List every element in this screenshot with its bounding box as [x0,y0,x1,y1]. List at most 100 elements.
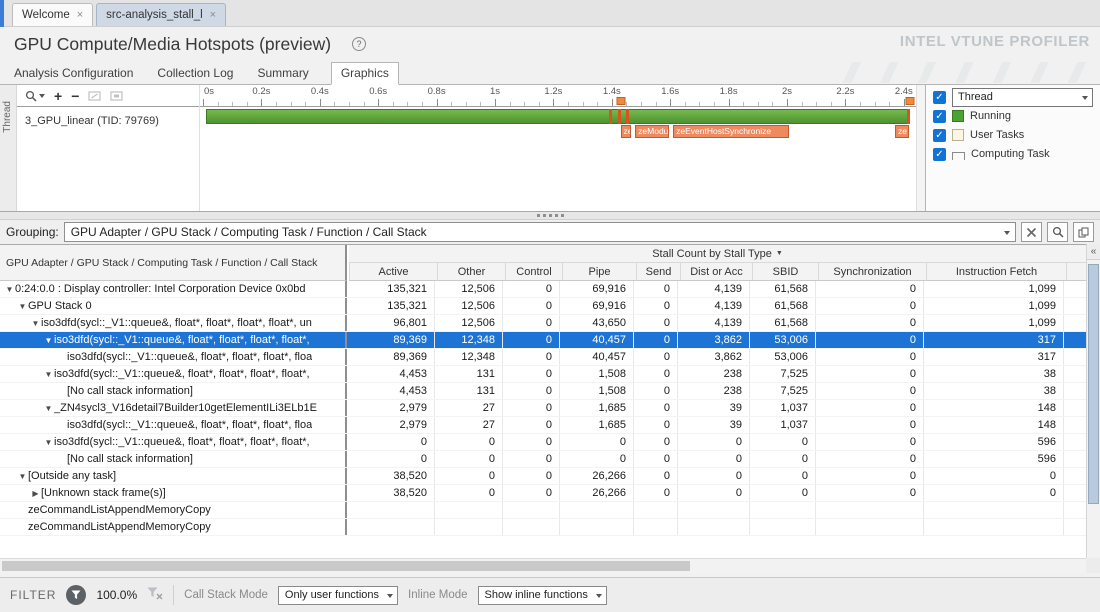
timeline-chart[interactable]: 0s0.2s0.4s0.6s0.8s1s1.2s1.4s1.6s1.8s2s2.… [199,85,916,211]
cell: 38 [924,383,1064,399]
trace-marker-icon[interactable] [616,97,625,105]
table-row[interactable]: ▼[Outside any task]38,5200026,26600000 [0,468,1086,485]
expander-open-icon[interactable]: ▼ [43,332,54,348]
table-row[interactable]: ▼_ZN4sycl3_V16detail7Builder10getElement… [0,400,1086,417]
user-task-segment[interactable]: zeEventHostSynchronize [673,125,789,138]
cell: 0 [816,298,924,314]
table-row[interactable]: iso3dfd(sycl::_V1::queue&, float*, float… [0,417,1086,434]
cell: 12,348 [435,332,503,348]
help-icon[interactable]: ? [352,37,366,51]
customize-grouping-button[interactable] [1021,222,1042,242]
table-row[interactable]: ▼GPU Stack 0135,32112,506069,91604,13961… [0,298,1086,315]
filter-funnel-icon[interactable] [66,585,86,605]
table-row[interactable]: ▶[Unknown stack frame(s)]38,5200026,2660… [0,485,1086,502]
checkbox[interactable]: ✓ [933,110,946,123]
ruler-label: 1.8s [720,86,738,97]
search-button[interactable] [1047,222,1068,242]
legend-label: Running [970,110,1011,122]
column-header[interactable]: Control [505,263,562,281]
cell: 4,139 [678,281,750,297]
call-stack-mode-select[interactable]: Only user functions [278,586,398,605]
collapse-panel-button[interactable]: « [1087,244,1100,260]
zoom-in-button[interactable]: + [54,88,62,104]
vertical-scrollbar[interactable]: « [1086,244,1100,558]
clear-filter-button[interactable] [147,587,163,603]
zoom-select-button[interactable] [25,90,45,102]
cell [750,519,816,535]
cell: 0 [503,383,560,399]
horizontal-scrollbar-thumb[interactable] [2,561,690,571]
horizontal-scrollbar[interactable] [0,558,1086,573]
trace-marker-icon[interactable] [905,97,914,105]
table-row[interactable]: ▼iso3dfd(sycl::_V1::queue&, float*, floa… [0,332,1086,349]
table-row[interactable]: zeCommandListAppendMemoryCopy [0,519,1086,536]
grouping-bar: Grouping: GPU Adapter / GPU Stack / Comp… [0,220,1100,244]
table-row[interactable]: ▼iso3dfd(sycl::_V1::queue&, float*, floa… [0,315,1086,332]
chevron-down-icon [596,594,602,598]
expander-open-icon[interactable]: ▼ [30,315,41,331]
grouping-select[interactable]: GPU Adapter / GPU Stack / Computing Task… [64,222,1016,242]
close-icon[interactable]: × [77,9,83,21]
zoom-region-button[interactable] [110,91,123,101]
cell: 0 [503,349,560,365]
column-header[interactable]: Pipe [562,263,636,281]
tab-welcome[interactable]: Welcome × [12,3,93,26]
timeline-ruler[interactable]: 0s0.2s0.4s0.6s0.8s1s1.2s1.4s1.6s1.8s2s2.… [200,85,916,107]
thread-row-label[interactable]: 3_GPU_linear (TID: 79769) [17,112,199,130]
thread-checkbox[interactable]: ✓ [933,91,946,104]
cell: 1,037 [750,417,816,433]
expander-open-icon[interactable]: ▼ [17,298,28,314]
row-label: [Unknown stack frame(s)] [41,485,166,501]
cell-filler [1064,349,1086,365]
cell: 0 [750,485,816,501]
column-header[interactable]: Dist or Acc [680,263,752,281]
expander-collapsed-icon[interactable]: ▶ [30,485,41,501]
tab-analysis-configuration[interactable]: Analysis Configuration [12,63,135,84]
tab-graphics[interactable]: Graphics [331,62,399,85]
column-header[interactable]: Instruction Fetch [926,263,1066,281]
table-row[interactable]: [No call stack information]4,45313101,50… [0,383,1086,400]
checkbox[interactable]: ✓ [933,129,946,142]
zoom-out-button[interactable]: − [71,88,79,104]
table-row[interactable]: iso3dfd(sycl::_V1::queue&, float*, float… [0,349,1086,366]
running-band[interactable] [206,109,910,124]
column-header[interactable]: Synchronization [818,263,926,281]
band-selector[interactable]: Thread [952,88,1093,107]
inline-mode-select[interactable]: Show inline functions [478,586,607,605]
expander-open-icon[interactable]: ▼ [17,468,28,484]
tab-collection-log[interactable]: Collection Log [155,63,235,84]
expander-open-icon[interactable]: ▼ [43,366,54,382]
tree-column-header[interactable]: GPU Adapter / GPU Stack / Computing Task… [0,245,347,281]
column-header[interactable]: Send [636,263,680,281]
tab-summary[interactable]: Summary [255,63,310,84]
user-task-segment[interactable]: zeModul [635,125,669,138]
close-icon[interactable]: × [210,9,216,21]
column-header[interactable]: Other [437,263,505,281]
tab-src-analysis[interactable]: src-analysis_stall_l × [96,3,226,26]
user-task-segment[interactable]: ze [621,125,632,138]
copy-button[interactable] [1073,222,1094,242]
table-row[interactable]: ▼iso3dfd(sycl::_V1::queue&, float*, floa… [0,434,1086,451]
table-row[interactable]: [No call stack information]00000000596 [0,451,1086,468]
vertical-scrollbar-thumb[interactable] [1088,264,1099,504]
column-header[interactable]: Active [349,263,437,281]
user-task-segment[interactable]: ze [895,125,909,138]
cell: 12,506 [435,281,503,297]
expander-open-icon[interactable]: ▼ [43,400,54,416]
cell: 0 [816,281,924,297]
stall-type-group-header[interactable]: Stall Count by Stall Type ▼ [349,245,1086,263]
cell: 89,369 [347,349,435,365]
row-label: zeCommandListAppendMemoryCopy [28,519,211,535]
column-header[interactable]: SBID [752,263,818,281]
timeline-scrollbar[interactable] [916,85,925,211]
zoom-fit-button[interactable] [88,91,101,101]
expander-open-icon[interactable]: ▼ [4,281,15,297]
splitter-handle[interactable] [0,212,1100,220]
ruler-label: 1s [490,86,500,97]
checkbox[interactable]: ✓ [933,148,946,161]
zoom-fit-icon [88,91,101,101]
table-row[interactable]: ▼iso3dfd(sycl::_V1::queue&, float*, floa… [0,366,1086,383]
table-row[interactable]: zeCommandListAppendMemoryCopy [0,502,1086,519]
expander-open-icon[interactable]: ▼ [43,434,54,450]
table-row[interactable]: ▼0:24:0.0 : Display controller: Intel Co… [0,281,1086,298]
